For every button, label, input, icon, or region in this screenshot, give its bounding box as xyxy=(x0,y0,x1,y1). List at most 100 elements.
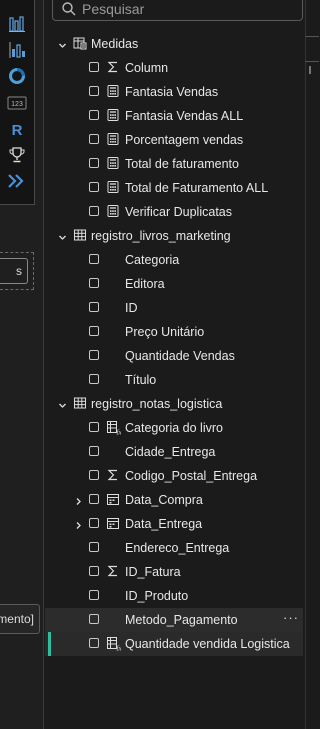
field-label: Categoria do livro xyxy=(125,421,223,435)
field-row[interactable]: Preço Unitário xyxy=(45,320,303,344)
chevron-right-icon[interactable] xyxy=(74,519,83,529)
table-name: Medidas xyxy=(91,37,139,51)
field-label: ID xyxy=(125,301,138,315)
field-row[interactable]: Título xyxy=(45,368,303,392)
field-label: Título xyxy=(125,373,157,387)
table-header-row[interactable]: Medidas xyxy=(45,32,303,56)
field-row[interactable]: fxCategoria do livro xyxy=(45,416,303,440)
field-label: Editora xyxy=(125,277,165,291)
selection-indicator xyxy=(48,632,51,656)
sigma-icon xyxy=(106,564,120,578)
search-box[interactable] xyxy=(52,0,303,21)
field-checkbox[interactable] xyxy=(89,302,99,312)
field-row[interactable]: Verificar Duplicatas xyxy=(45,200,303,224)
field-row[interactable]: Cidade_Entrega xyxy=(45,440,303,464)
chevron-flow-icon[interactable] xyxy=(6,171,28,191)
calculator-icon xyxy=(106,84,120,98)
field-checkbox[interactable] xyxy=(89,638,99,648)
field-row[interactable]: Editora xyxy=(45,272,303,296)
collapsed-field-well[interactable]: s xyxy=(0,252,34,290)
field-label: Quantidade vendida Logistica xyxy=(125,637,290,651)
calendar-icon xyxy=(106,516,120,530)
calculated-column-icon: fx xyxy=(106,636,122,653)
measure-table-icon xyxy=(73,36,87,50)
visualizations-gallery: 123 R xyxy=(0,0,35,205)
table-name: registro_livros_marketing xyxy=(91,229,231,243)
field-checkbox[interactable] xyxy=(89,278,99,288)
field-row[interactable]: Data_Compra xyxy=(45,488,303,512)
r-visual-icon[interactable]: R xyxy=(6,119,28,139)
field-label: ID_Fatura xyxy=(125,565,181,579)
chevron-down-icon[interactable] xyxy=(58,399,67,408)
field-checkbox[interactable] xyxy=(89,566,99,576)
field-row[interactable]: Categoria xyxy=(45,248,303,272)
field-checkbox[interactable] xyxy=(89,422,99,432)
field-checkbox[interactable] xyxy=(89,590,99,600)
table-header-row[interactable]: registro_livros_marketing xyxy=(45,224,303,248)
field-label: Codigo_Postal_Entrega xyxy=(125,469,258,483)
field-label: Fantasia Vendas xyxy=(125,85,219,99)
card-number-icon[interactable]: 123 xyxy=(6,93,28,113)
calculator-icon xyxy=(106,156,120,170)
field-row[interactable]: ID xyxy=(45,296,303,320)
field-checkbox[interactable] xyxy=(89,470,99,480)
field-row[interactable]: Data_Entrega xyxy=(45,512,303,536)
field-checkbox[interactable] xyxy=(89,206,99,216)
search-input[interactable] xyxy=(82,0,292,17)
field-checkbox[interactable] xyxy=(89,158,99,168)
field-row[interactable]: Total de faturamento xyxy=(45,152,303,176)
collapsed-field-well-label[interactable]: s xyxy=(0,258,28,284)
field-checkbox[interactable] xyxy=(89,134,99,144)
field-checkbox[interactable] xyxy=(89,518,99,528)
field-row[interactable]: Fantasia Vendas ALL xyxy=(45,104,303,128)
field-row[interactable]: Codigo_Postal_Entrega xyxy=(45,464,303,488)
chevron-down-icon[interactable] xyxy=(58,231,67,240)
field-label: Metodo_Pagamento xyxy=(125,613,238,627)
field-row[interactable]: ID_Produto xyxy=(45,584,303,608)
field-row[interactable]: Total de Faturamento ALL xyxy=(45,176,303,200)
field-checkbox[interactable] xyxy=(89,446,99,456)
table-header-row[interactable]: registro_notas_logistica xyxy=(45,392,303,416)
r-visual-text: R xyxy=(12,122,23,138)
field-label: Preço Unitário xyxy=(125,325,205,339)
field-checkbox[interactable] xyxy=(89,254,99,264)
sigma-icon xyxy=(106,60,120,74)
field-row[interactable]: Column xyxy=(45,56,303,80)
field-row[interactable]: Metodo_Pagamento ··· xyxy=(45,608,303,632)
field-row[interactable]: Quantidade Vendas xyxy=(45,344,303,368)
right-panel-tab[interactable] xyxy=(305,36,319,62)
calculator-icon xyxy=(106,132,120,146)
field-checkbox[interactable] xyxy=(89,62,99,72)
field-checkbox[interactable] xyxy=(89,542,99,552)
svg-text:fx: fx xyxy=(117,645,122,652)
field-label: Fantasia Vendas ALL xyxy=(125,109,244,123)
calculator-icon xyxy=(106,108,120,122)
field-row[interactable]: ID_Fatura xyxy=(45,560,303,584)
chevron-down-icon[interactable] xyxy=(58,39,67,48)
field-label: Data_Compra xyxy=(125,493,203,507)
field-label: Porcentagem vendas xyxy=(125,133,244,147)
field-label: Total de faturamento xyxy=(125,157,239,171)
field-label: Quantidade Vendas xyxy=(125,349,235,363)
more-options-icon[interactable]: ··· xyxy=(283,610,299,625)
field-row[interactable]: Fantasia Vendas xyxy=(45,80,303,104)
stacked-bar-chart-icon[interactable] xyxy=(6,40,28,60)
field-checkbox[interactable] xyxy=(89,326,99,336)
right-panel-edge xyxy=(305,0,320,729)
field-row[interactable]: Endereco_Entrega xyxy=(45,536,303,560)
donut-chart-icon[interactable] xyxy=(6,66,28,86)
field-checkbox[interactable] xyxy=(89,350,99,360)
field-checkbox[interactable] xyxy=(89,614,99,624)
trophy-icon[interactable] xyxy=(6,145,28,165)
field-checkbox[interactable] xyxy=(89,374,99,384)
field-label: Cidade_Entrega xyxy=(125,445,216,459)
field-checkbox[interactable] xyxy=(89,494,99,504)
clustered-column-chart-icon[interactable] xyxy=(6,14,28,34)
calculated-column-icon: fx xyxy=(106,420,122,437)
field-checkbox[interactable] xyxy=(89,86,99,96)
field-checkbox[interactable] xyxy=(89,182,99,192)
chevron-right-icon[interactable] xyxy=(74,495,83,505)
field-row[interactable]: fxQuantidade vendida Logistica xyxy=(45,632,303,656)
field-row[interactable]: Porcentagem vendas xyxy=(45,128,303,152)
field-checkbox[interactable] xyxy=(89,110,99,120)
